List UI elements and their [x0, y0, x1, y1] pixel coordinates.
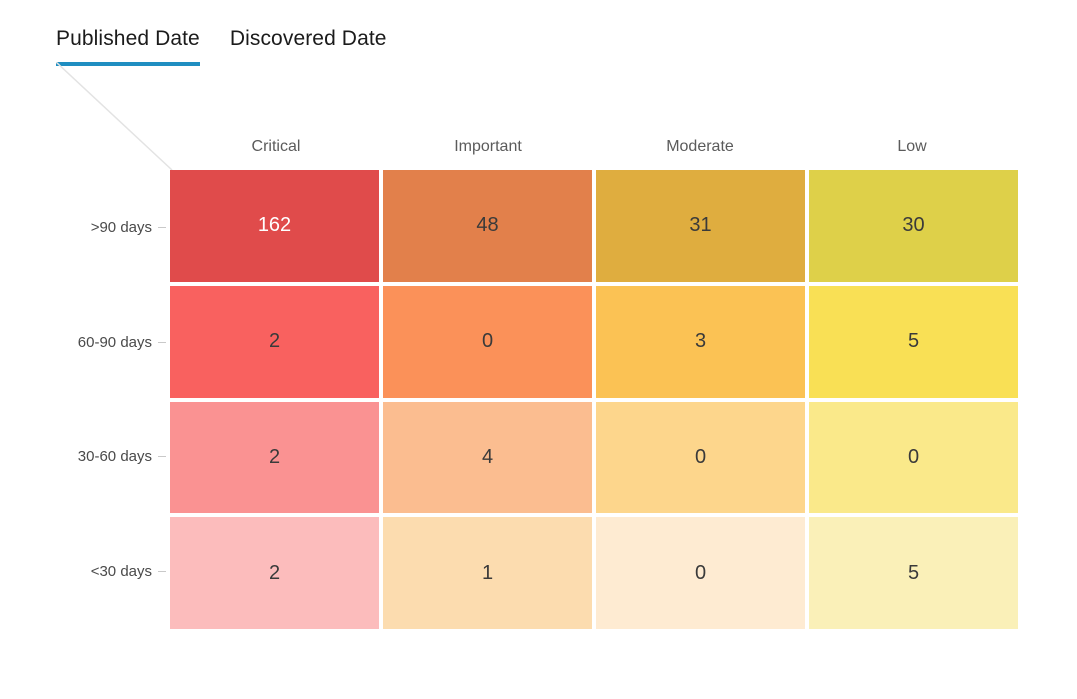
heatmap-cell[interactable]: 0 — [809, 402, 1018, 514]
tab-to-chart-connector-line — [56, 62, 176, 174]
heatmap-cell[interactable]: 1 — [383, 517, 592, 629]
heatmap-cell[interactable]: 3 — [596, 286, 805, 398]
heatmap-cell[interactable]: 2 — [170, 517, 379, 629]
heatmap-cell[interactable]: 2 — [170, 402, 379, 514]
heatmap-cell[interactable]: 48 — [383, 170, 592, 282]
heatmap-cell[interactable]: 2 — [170, 286, 379, 398]
heatmap-cell[interactable]: 0 — [383, 286, 592, 398]
column-header-important: Important — [382, 135, 594, 159]
heatmap-page: Published Date Discovered Date CriticalI… — [0, 0, 1077, 699]
row-label-column: >90 days 60-90 days 30-60 days <30 days — [0, 170, 170, 629]
tab-discovered-date-label: Discovered Date — [230, 27, 387, 50]
column-header-moderate: Moderate — [594, 135, 806, 159]
row-tick-icon — [158, 227, 166, 228]
heatmap-cell[interactable]: 4 — [383, 402, 592, 514]
heatmap-chart: 162483130203524002105 — [170, 170, 1018, 629]
tab-published-date[interactable]: Published Date — [56, 26, 200, 66]
column-header-low: Low — [806, 135, 1018, 159]
row-tick-icon — [158, 342, 166, 343]
column-header-critical: Critical — [170, 135, 382, 159]
heatmap-cell[interactable]: 162 — [170, 170, 379, 282]
heatmap-cell[interactable]: 0 — [596, 402, 805, 514]
row-label-2: 30-60 days — [78, 448, 152, 465]
heatmap-row: 2400 — [170, 402, 1018, 514]
tab-published-date-label: Published Date — [56, 27, 200, 50]
heatmap-cell[interactable]: 5 — [809, 517, 1018, 629]
row-label-wrapper: 60-90 days — [0, 285, 170, 400]
row-label-1: 60-90 days — [78, 334, 152, 351]
column-header-row: CriticalImportantModerateLow — [170, 135, 1018, 159]
tab-bar: Published Date Discovered Date — [56, 26, 417, 66]
row-label-wrapper: <30 days — [0, 514, 170, 629]
heatmap-row: 2035 — [170, 286, 1018, 398]
heatmap-row: 162483130 — [170, 170, 1018, 282]
row-label-wrapper: 30-60 days — [0, 400, 170, 515]
row-label-wrapper: >90 days — [0, 170, 170, 285]
heatmap-cell[interactable]: 30 — [809, 170, 1018, 282]
row-label-3: <30 days — [91, 563, 152, 580]
row-tick-icon — [158, 571, 166, 572]
tab-discovered-date[interactable]: Discovered Date — [230, 26, 387, 66]
heatmap-row: 2105 — [170, 517, 1018, 629]
row-tick-icon — [158, 456, 166, 457]
heatmap-cell[interactable]: 5 — [809, 286, 1018, 398]
heatmap-cell[interactable]: 0 — [596, 517, 805, 629]
heatmap-grid: 162483130203524002105 — [170, 170, 1018, 629]
row-label-0: >90 days — [91, 219, 152, 236]
heatmap-cell[interactable]: 31 — [596, 170, 805, 282]
